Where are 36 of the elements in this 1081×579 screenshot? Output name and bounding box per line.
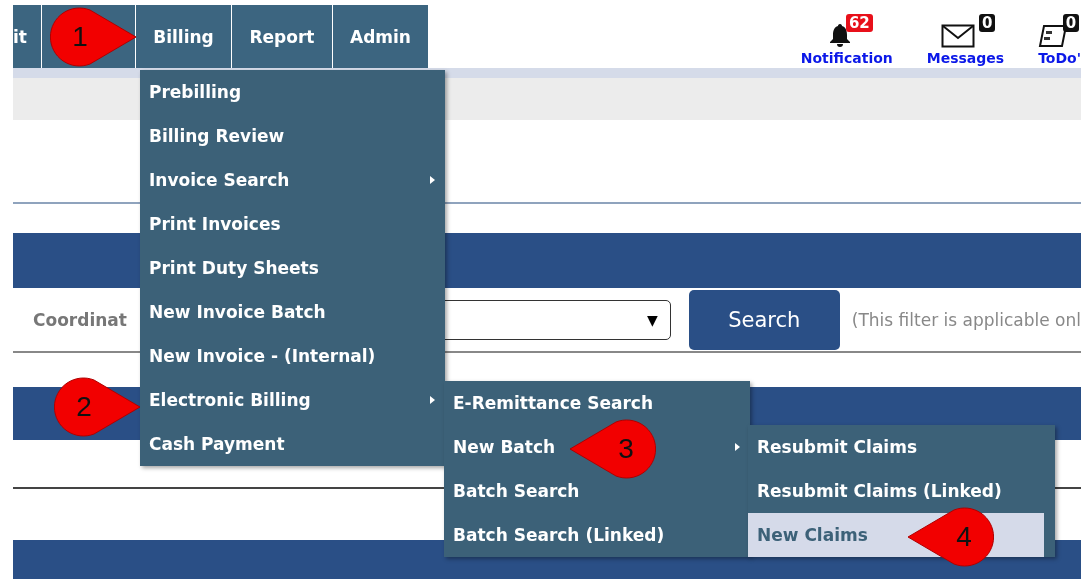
count-badge: 62	[845, 14, 873, 32]
menu-item[interactable]: Invoice Search	[149, 170, 290, 190]
menu-item[interactable]: New Batch	[453, 437, 556, 457]
menu-item[interactable]: Electronic Billing	[149, 390, 311, 410]
menu-item[interactable]: New Invoice Batch	[149, 302, 326, 322]
menu-item[interactable]: Print Duty Sheets	[149, 258, 319, 278]
menu-item[interactable]: E-Remittance Search	[453, 393, 653, 413]
menu-item[interactable]: Batch Search (Linked)	[453, 525, 665, 545]
menu-item[interactable]: Resubmit Claims (Linked)	[757, 481, 1002, 501]
link-label[interactable]: ToDo'	[1038, 50, 1081, 66]
header-link[interactable]: 62 Notification	[800, 12, 893, 66]
nav-tab[interactable]: it	[13, 5, 41, 68]
nav-tab[interactable]: Admin	[333, 5, 428, 68]
menu-item[interactable]: Cash Payment	[149, 434, 285, 454]
menu-item[interactable]: New Invoice - (Internal)	[149, 346, 376, 366]
count-badge: 0	[979, 14, 996, 32]
menu-item[interactable]: Prebilling	[149, 82, 242, 102]
nav-tab[interactable]: Billing	[136, 5, 231, 68]
nav-tab[interactable]: Report	[232, 5, 332, 68]
field-label: Coordinat	[33, 309, 127, 330]
callout-tooltip: 3	[568, 418, 656, 480]
count-badge: 0	[1062, 14, 1080, 32]
header-link[interactable]: 0 Messages	[926, 12, 1005, 66]
search-button[interactable]: Search	[688, 289, 840, 350]
menu-item[interactable]: Billing Review	[149, 126, 285, 146]
menu-item[interactable]: Resubmit Claims	[757, 437, 918, 457]
callout-tooltip: 2	[54, 376, 142, 438]
link-label[interactable]: Notification	[800, 50, 893, 66]
envelope-icon	[941, 22, 976, 48]
callout-tooltip: 4	[906, 506, 994, 568]
callout-tooltip: 1	[50, 6, 138, 68]
link-label[interactable]: Messages	[926, 50, 1005, 66]
filter-hint: (This filter is applicable onl	[851, 309, 1081, 330]
menu-item[interactable]: Print Invoices	[149, 214, 281, 234]
menu-item[interactable]: Batch Search	[453, 481, 580, 501]
header-link[interactable]: 0 ToDo'	[1038, 12, 1081, 66]
